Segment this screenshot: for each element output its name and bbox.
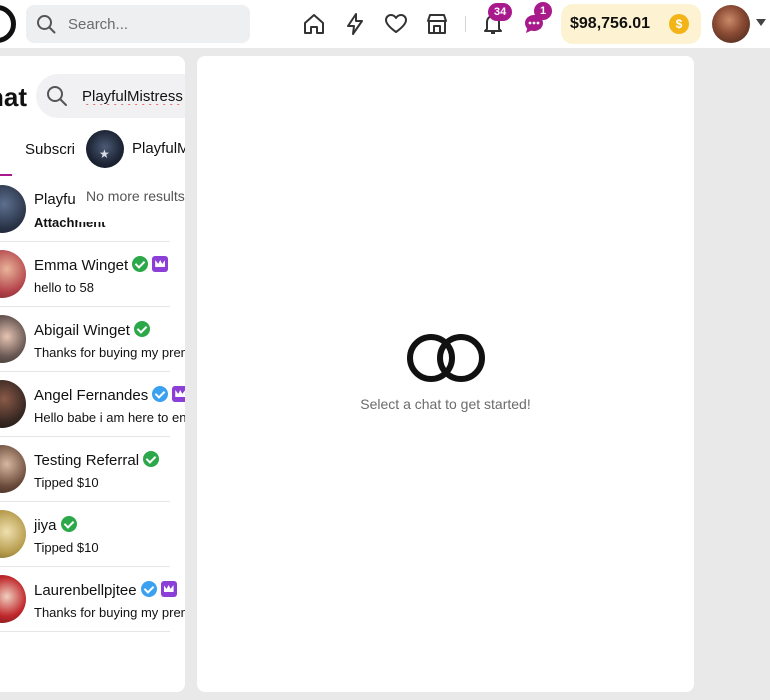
page-title: hat [0,82,27,112]
coin-icon: $ [669,14,689,34]
avatar [0,575,26,623]
search-icon [47,86,67,106]
search-result-name[interactable]: PlayfulM [132,140,185,157]
search-input[interactable] [68,5,244,43]
avatar[interactable] [86,130,124,168]
chat-preview: hello to 58 [34,280,94,295]
balance-amount: $98,756.01 [570,15,651,32]
tab-subscriptions[interactable]: Subscri [25,141,75,158]
nav-divider [465,16,466,32]
avatar [0,445,26,493]
chat-preview: Hello babe i am here to enjoy [34,410,185,425]
chat-row[interactable]: Emma Winget hello to 58 [0,242,170,307]
chat-list-panel: hat Subscri Playfu Attachment Emma Winge… [0,56,185,692]
verified-icon [152,386,169,402]
logo-icon[interactable] [0,5,16,43]
crown-icon [172,386,185,402]
chat-main-panel: Select a chat to get started! [197,56,694,692]
chat-name-text: Emma Winget [34,257,129,274]
chat-preview: Tipped $10 [34,540,99,555]
chat-row[interactable]: Testing Referral Tipped $10 [0,437,170,502]
chat-name: jiya [34,516,77,534]
avatar [0,380,26,428]
no-more-results-text: No more results [86,188,185,204]
empty-state-text: Select a chat to get started! [360,396,531,412]
search-icon [37,15,56,34]
wallet-balance[interactable]: $98,756.01 $ [561,4,701,44]
user-avatar[interactable] [712,5,750,43]
crown-icon [160,581,177,597]
verified-icon [143,451,160,467]
chat-name: Angel Fernandes [34,386,185,404]
chat-name-text: jiya [34,517,57,534]
linked-rings-logo-icon [407,334,485,382]
global-search[interactable] [26,5,250,43]
shop-icon[interactable] [425,12,449,36]
chat-preview: Thanks for buying my premium [34,605,185,620]
lightning-icon[interactable] [343,12,367,36]
crown-icon [152,256,169,272]
chevron-down-icon[interactable] [756,19,766,26]
chat-name-text: Testing Referral [34,452,140,469]
chat-row[interactable]: Abigail Winget Thanks for buying my prem… [0,307,185,372]
verified-icon [133,321,150,337]
messages-badge: 1 [534,2,553,20]
avatar [0,250,26,298]
avatar [0,510,26,558]
notifications-badge: 34 [488,3,513,21]
verified-icon [140,581,157,597]
chat-name-text: Angel Fernandes [34,387,149,404]
verified-icon [132,256,149,272]
active-tab-indicator [0,174,12,176]
top-bar: 34 1 $98,756.01 $ [0,0,770,48]
chat-preview: Thanks for buying my premium [34,345,185,360]
chat-name: Abigail Winget [34,321,150,339]
chat-name: Testing Referral [34,451,160,469]
chat-row[interactable]: Laurenbellpjtee Thanks for buying my pre… [0,567,185,632]
chat-name-text: Abigail Winget [34,322,130,339]
chat-row[interactable]: Angel Fernandes Hello babe i am here to … [0,372,185,437]
chat-name-text: Laurenbellpjtee [34,582,137,599]
chat-preview: Tipped $10 [34,475,99,490]
avatar [0,315,26,363]
search-results-dropdown: PlayfulM No more results [78,122,185,222]
heart-icon[interactable] [384,12,408,36]
chat-name: Playfu [34,191,76,208]
home-icon[interactable] [302,12,326,36]
chat-name: Emma Winget [34,256,169,274]
verified-icon [60,516,77,532]
chat-search-input[interactable] [82,74,185,118]
chat-search[interactable] [36,74,185,118]
chat-row[interactable]: jiya Tipped $10 [0,502,170,567]
avatar [0,185,26,233]
chat-name: Laurenbellpjtee [34,581,177,599]
